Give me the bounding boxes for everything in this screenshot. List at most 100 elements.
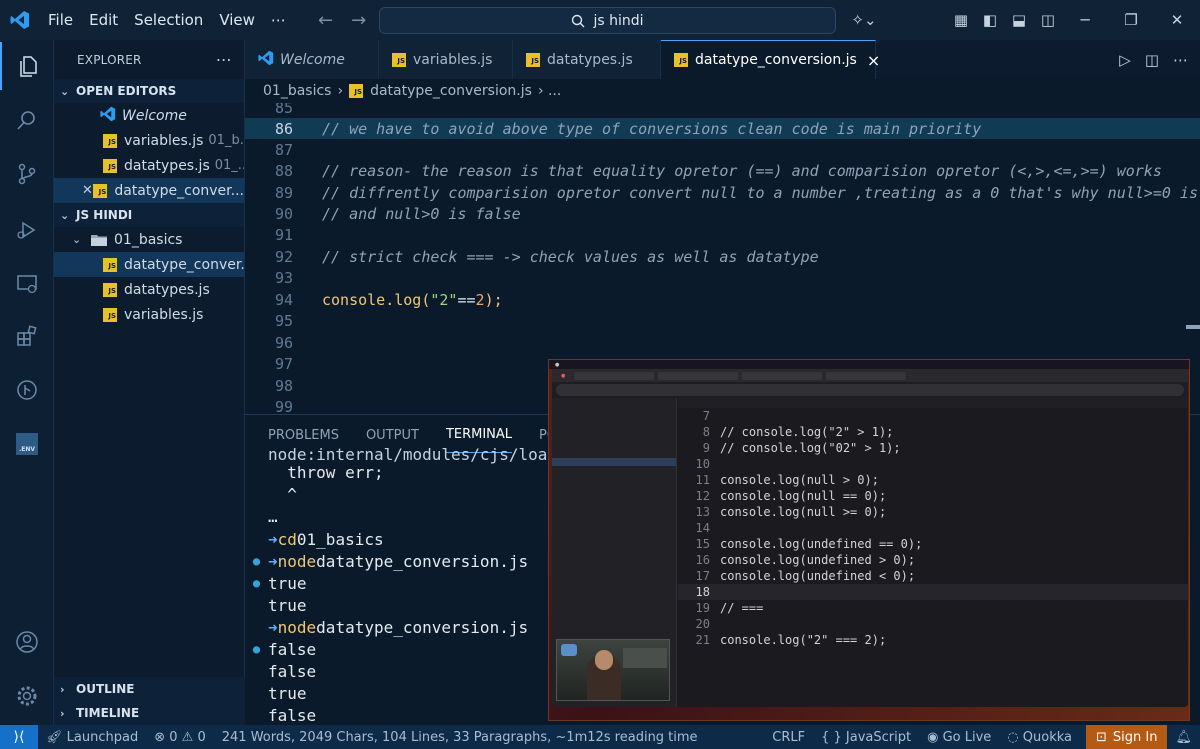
apple-icon: ●	[555, 361, 560, 368]
code-line: 93	[274, 268, 293, 287]
launchpad-item[interactable]: 🚀︎ Launchpad	[38, 730, 146, 745]
workspace-folder-section[interactable]: ⌄ JS HINDI	[54, 203, 244, 227]
tab-close-icon[interactable]: ×	[867, 51, 880, 70]
vscode-logo-icon	[0, 0, 40, 40]
search-icon[interactable]	[0, 96, 54, 144]
open-editors-section[interactable]: ⌄ OPEN EDITORS	[54, 79, 244, 103]
outline-section[interactable]: › OUTLINE	[54, 677, 245, 701]
explorer-header: EXPLORER ⋯	[54, 40, 244, 79]
git-graph-icon[interactable]	[0, 366, 54, 414]
recorded-code-line: 19// ===	[695, 601, 764, 615]
timeline-section[interactable]: › TIMELINE	[54, 701, 245, 725]
toggle-panel-icon[interactable]: ⬓	[1005, 11, 1033, 29]
settings-gear-icon[interactable]	[0, 672, 54, 720]
recorded-code-line: 11 console.log(null > 0);	[695, 473, 879, 487]
browser-tab	[742, 371, 823, 380]
file-variables[interactable]: JS variables.js	[54, 302, 244, 327]
breadcrumb-file[interactable]: datatype_conversion.js	[370, 83, 532, 99]
minimize-icon[interactable]: ─	[1062, 11, 1108, 29]
account-icon[interactable]	[0, 618, 54, 666]
sign-in-button[interactable]: ⊡ Sign In	[1086, 725, 1168, 749]
breadcrumb-more[interactable]: › ...	[538, 83, 561, 99]
more-menu-icon[interactable]: ⋯	[263, 0, 294, 40]
mac-menu-bar: ●	[549, 360, 1189, 369]
tab-label: variables.js	[413, 51, 493, 68]
tab-welcome[interactable]: Welcome	[245, 40, 379, 79]
terminal-line: true	[268, 683, 307, 703]
browser-tab	[658, 371, 739, 380]
split-editor-icon[interactable]: ◫	[1145, 51, 1159, 69]
menu-view[interactable]: View	[211, 0, 263, 40]
browser-tab	[574, 371, 655, 380]
command-success-icon: ●	[252, 576, 261, 590]
recorded-code-line: 18	[678, 584, 1188, 600]
restore-icon[interactable]: ❐	[1108, 11, 1154, 29]
go-live-item[interactable]: ◉ Go Live	[919, 730, 999, 745]
command-success-icon: ●	[252, 554, 261, 568]
recorded-tab	[678, 398, 1188, 408]
back-arrow-icon[interactable]: ←	[318, 10, 333, 31]
language-mode-item[interactable]: { } JavaScript	[813, 730, 919, 745]
editor-more-icon[interactable]: ⋯	[1173, 51, 1188, 69]
copilot-icon[interactable]: ✧⌄	[844, 11, 884, 29]
remote-indicator-icon[interactable]: ⟩⟨	[0, 725, 38, 749]
explorer-more-icon[interactable]: ⋯	[216, 50, 232, 69]
file-datatype-conversion[interactable]: JS datatype_conver...	[54, 252, 244, 277]
run-debug-icon[interactable]	[0, 206, 54, 254]
file-datatypes[interactable]: JS datatypes.js	[54, 277, 244, 302]
tab-datatypes[interactable]: JS datatypes.js	[513, 40, 661, 79]
run-file-icon[interactable]: ▷	[1119, 51, 1131, 69]
recorded-code-line: 7	[702, 409, 710, 423]
js-file-icon: JS	[103, 158, 117, 173]
tab-datatype-conversion[interactable]: JS datatype_conversion.js ×	[661, 40, 880, 79]
open-editors-label: OPEN EDITORS	[76, 84, 177, 98]
js-file-icon: JS	[349, 84, 364, 98]
eol-item[interactable]: CRLF	[764, 730, 813, 745]
rocket-icon: 🚀︎	[46, 729, 63, 745]
folder-label: 01_basics	[114, 231, 183, 248]
menu-selection[interactable]: Selection	[126, 0, 211, 40]
extensions-icon[interactable]	[0, 312, 54, 360]
source-control-icon[interactable]	[0, 150, 54, 198]
webcam-feed	[556, 639, 670, 701]
code-line: 95	[274, 311, 293, 330]
command-center-search[interactable]: js hindi	[379, 7, 836, 34]
menu-file[interactable]: File	[40, 0, 81, 40]
open-editor-variables[interactable]: JS variables.js 01_b...	[54, 128, 244, 153]
dotenv-icon[interactable]: .ENV	[0, 420, 54, 468]
quokka-item[interactable]: ◌ Quokka	[999, 730, 1080, 745]
problems-item[interactable]: ⊗ 0 ⚠ 0	[146, 730, 214, 745]
open-editor-path: 01_...	[214, 158, 244, 173]
browser-tab	[826, 371, 907, 380]
notifications-icon[interactable]: 🔔︎	[1167, 730, 1200, 745]
recorded-code-line: 10	[695, 457, 710, 471]
warning-icon: ⚠	[181, 729, 194, 745]
scrollbar-marker	[1186, 325, 1200, 329]
file-label: datatypes.js	[124, 281, 210, 298]
menu-edit[interactable]: Edit	[81, 0, 126, 40]
explorer-icon[interactable]	[0, 42, 54, 90]
file-label: variables.js	[124, 306, 204, 323]
toggle-sidebar-icon[interactable]: ◧	[976, 11, 1004, 29]
vscode-file-icon	[258, 50, 274, 70]
chevron-down-icon: ⌄	[60, 84, 70, 98]
open-editor-datatypes[interactable]: JS datatypes.js 01_...	[54, 153, 244, 178]
customize-layout-icon[interactable]: ▦	[947, 11, 975, 29]
js-file-icon: JS	[103, 257, 117, 272]
terminal-line: true	[268, 595, 307, 615]
toggle-secondary-sidebar-icon[interactable]: ◫	[1034, 11, 1062, 29]
open-editor-welcome[interactable]: Welcome	[54, 103, 244, 128]
remote-explorer-icon[interactable]	[0, 260, 54, 308]
close-window-icon[interactable]: ✕	[1154, 11, 1200, 29]
open-editor-datatype-conversion[interactable]: ✕ JS datatype_conver...	[54, 178, 244, 203]
copilot-icon: ⊡	[1096, 729, 1107, 745]
tab-variables[interactable]: JS variables.js	[379, 40, 513, 79]
close-icon[interactable]: ✕	[82, 183, 93, 198]
folder-01-basics[interactable]: ⌄ 01_basics	[54, 227, 244, 252]
forward-arrow-icon[interactable]: →	[351, 10, 366, 31]
word-count-item[interactable]: 241 Words, 2049 Chars, 104 Lines, 33 Par…	[214, 730, 706, 745]
code-line: 87	[274, 140, 293, 159]
js-file-icon: JS	[392, 52, 406, 67]
folder-open-icon	[90, 233, 108, 247]
breadcrumb-folder[interactable]: 01_basics	[263, 83, 331, 99]
